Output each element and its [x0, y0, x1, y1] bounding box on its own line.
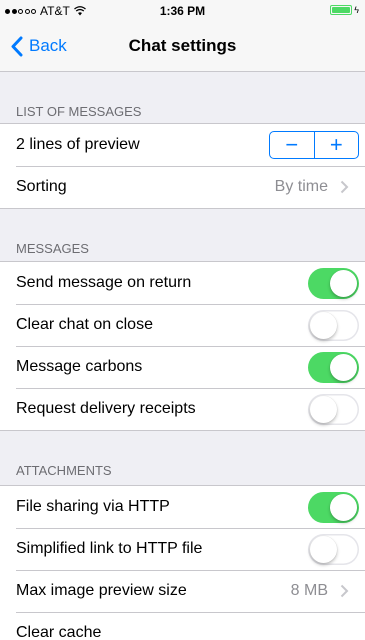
row-sorting[interactable]: Sorting By time: [0, 166, 365, 208]
preview-lines-stepper: − +: [269, 131, 359, 159]
row-message-carbons: Message carbons: [0, 346, 365, 388]
group-attachments: File sharing via HTTP Simplified link to…: [0, 485, 365, 640]
back-button[interactable]: Back: [10, 20, 67, 72]
row-label: Send message on return: [16, 274, 192, 291]
battery-indicator: ϟ: [330, 5, 359, 15]
toggle-knob: [330, 493, 357, 521]
chevron-left-icon: [11, 36, 23, 56]
row-clear-cache[interactable]: Clear cache: [0, 612, 365, 640]
delivery-receipts-toggle[interactable]: [308, 393, 359, 425]
row-lines-of-preview: 2 lines of preview − +: [0, 124, 365, 166]
send-on-return-toggle[interactable]: [308, 267, 359, 299]
back-label: Back: [29, 36, 67, 55]
toggle-knob: [330, 269, 357, 297]
row-simplified-link: Simplified link to HTTP file: [0, 528, 365, 570]
row-clear-chat-on-close: Clear chat on close: [0, 304, 365, 346]
navigation-bar: Back Chat settings: [0, 20, 365, 72]
clear-cache-button: Clear cache: [16, 624, 102, 640]
row-label: Message carbons: [16, 358, 143, 375]
row-label: 2 lines of preview: [16, 136, 140, 153]
toggle-knob: [310, 535, 337, 563]
simplified-link-toggle[interactable]: [308, 533, 359, 565]
message-carbons-toggle[interactable]: [308, 351, 359, 383]
section-header-messages: MESSAGES: [16, 241, 89, 256]
stepper-decrement-button[interactable]: −: [270, 132, 314, 158]
status-time: 1:36 PM: [159, 4, 206, 18]
row-label: Clear chat on close: [16, 316, 153, 333]
group-messages: Send message on return Clear chat on clo…: [0, 261, 365, 431]
row-send-on-return: Send message on return: [0, 262, 365, 304]
row-label: Sorting: [16, 178, 67, 195]
sorting-value: By time: [274, 178, 328, 195]
row-label: File sharing via HTTP: [16, 498, 170, 515]
clear-chat-on-close-toggle[interactable]: [308, 309, 359, 341]
stepper-increment-button[interactable]: +: [315, 132, 359, 158]
file-sharing-http-toggle[interactable]: [308, 491, 359, 523]
row-file-sharing-http: File sharing via HTTP: [0, 486, 365, 528]
row-max-image-preview[interactable]: Max image preview size 8 MB: [0, 570, 365, 612]
battery-fill: [332, 7, 351, 13]
section-header-attachments: ATTACHMENTS: [16, 463, 112, 478]
charging-bolt-icon: ϟ: [354, 5, 359, 15]
battery-icon: [330, 5, 353, 15]
toggle-knob: [330, 353, 357, 381]
toggle-knob: [310, 395, 337, 423]
row-delivery-receipts: Request delivery receipts: [0, 388, 365, 430]
group-list-of-messages: 2 lines of preview − + Sorting By time: [0, 123, 365, 209]
row-label: Max image preview size: [16, 582, 187, 599]
max-image-preview-value: 8 MB: [290, 582, 328, 599]
chevron-right-icon: [340, 180, 349, 194]
row-label: Simplified link to HTTP file: [16, 540, 203, 557]
toggle-knob: [310, 311, 337, 339]
section-header-list-of-messages: LIST OF MESSAGES: [16, 104, 142, 119]
row-label: Request delivery receipts: [16, 400, 196, 417]
chevron-right-icon: [340, 584, 349, 598]
status-bar: AT&T 1:36 PM ϟ: [0, 0, 365, 20]
